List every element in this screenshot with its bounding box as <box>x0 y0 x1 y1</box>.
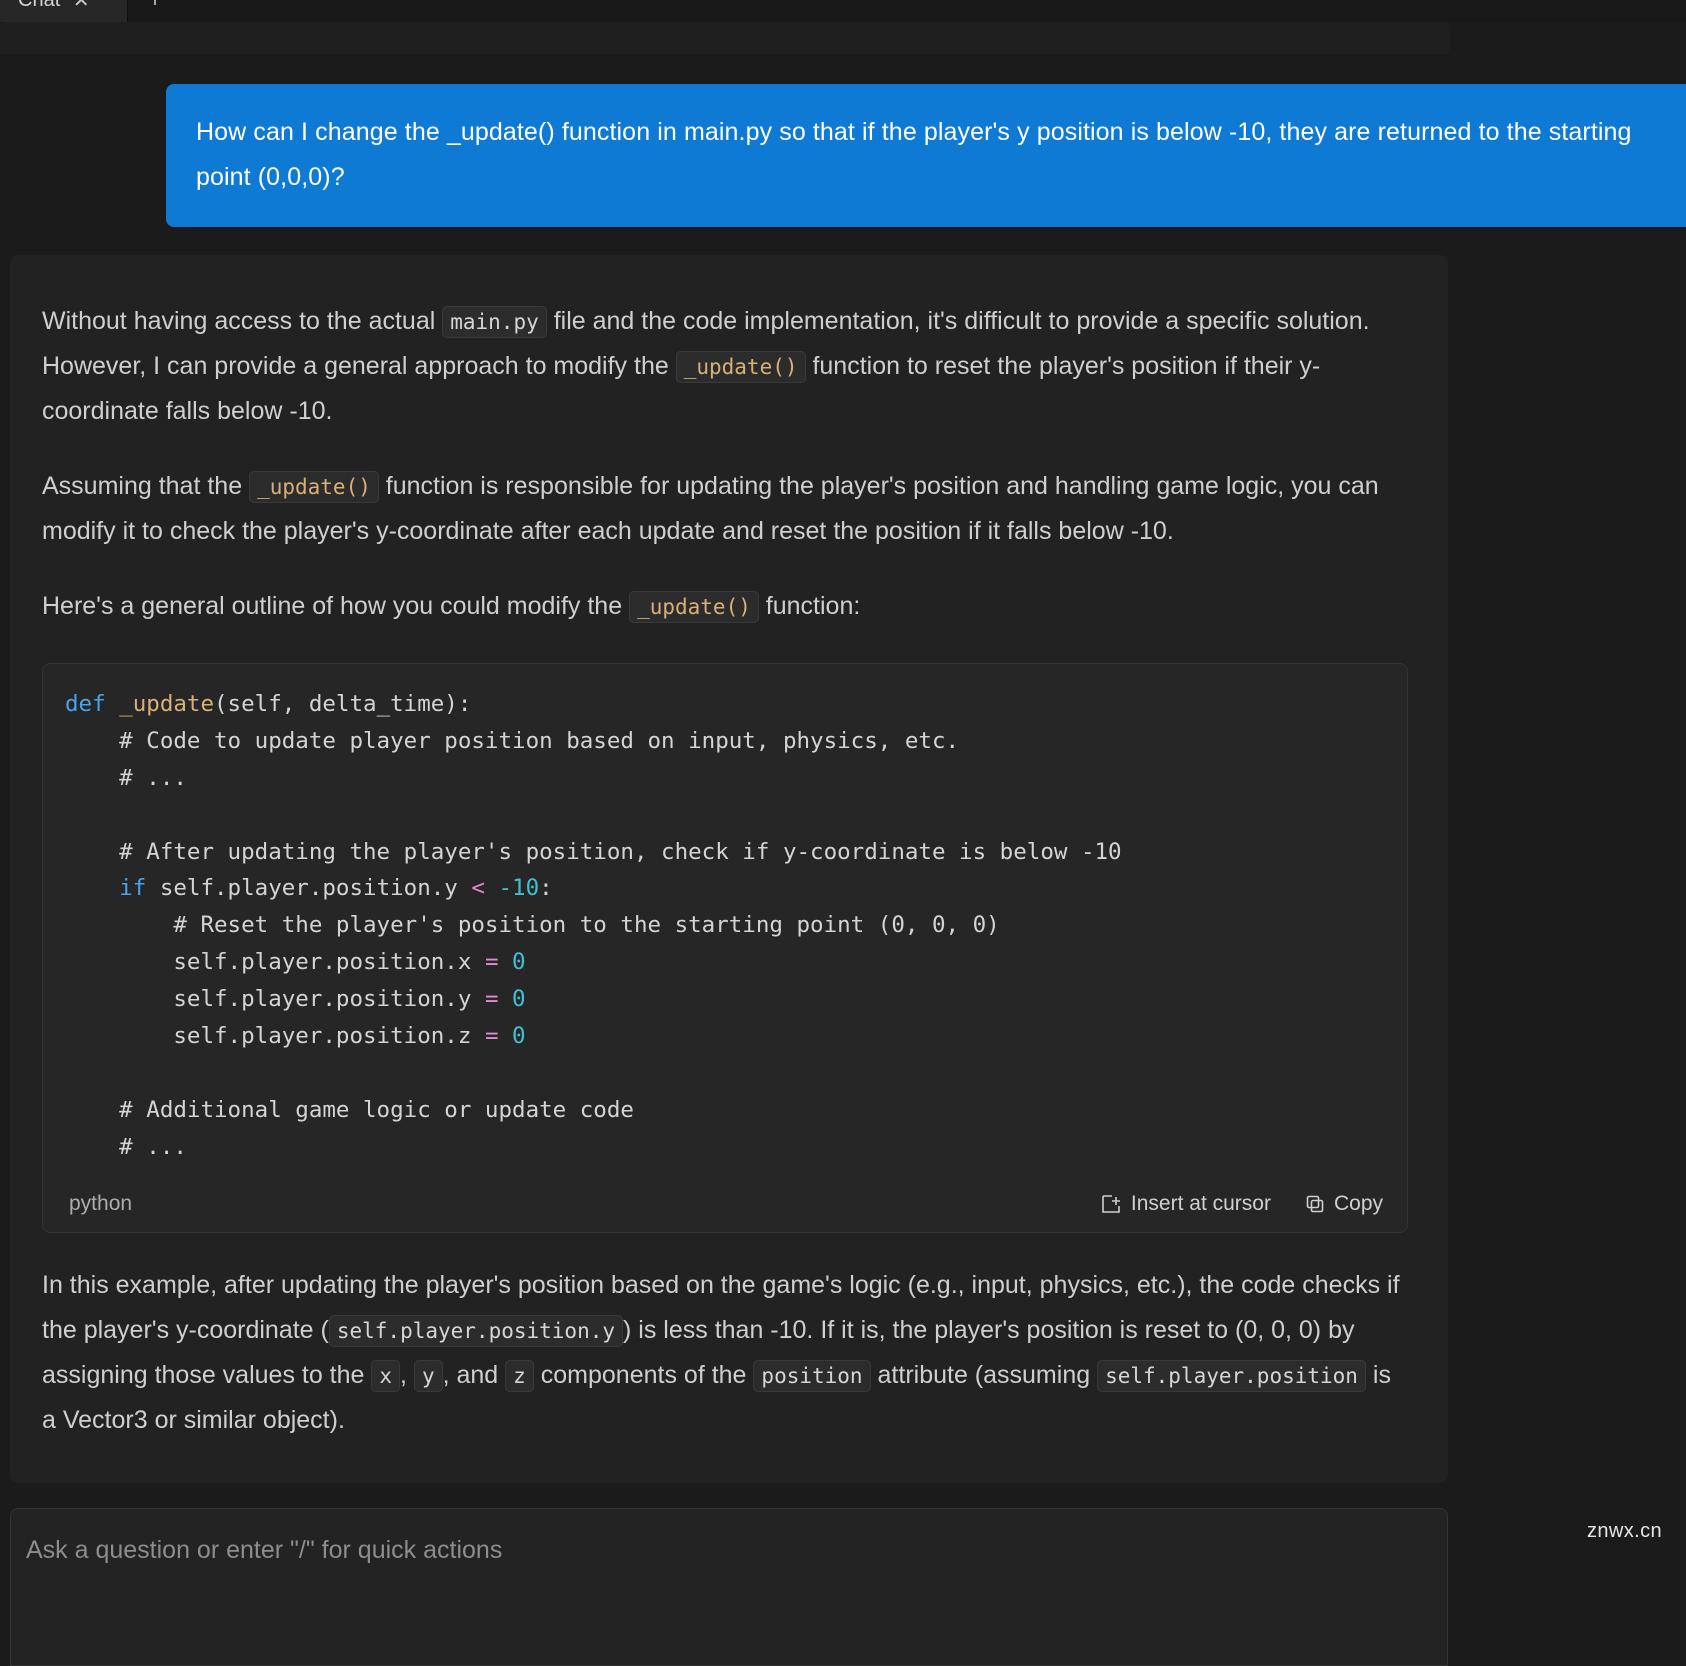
text-fragment: Here's a general outline of how you coul… <box>42 592 630 620</box>
code-block-actions: Insert at cursor Copy <box>1100 1192 1383 1216</box>
inline-code-mainpy: main.py <box>442 306 547 338</box>
user-message-row: How can I change the _update() function … <box>0 84 1686 227</box>
insert-at-cursor-label: Insert at cursor <box>1130 1191 1271 1215</box>
insert-at-cursor-icon <box>1100 1193 1122 1215</box>
text-fragment: Assuming that the <box>42 472 250 500</box>
text-fragment: , and <box>442 1360 506 1389</box>
assistant-paragraph-2: Assuming that the _update() function is … <box>42 464 1408 554</box>
conversation-scroll-area[interactable]: How can I change the _update() function … <box>0 22 1686 1490</box>
text-fragment: attribute (assuming <box>870 1360 1098 1389</box>
inline-code-z: z <box>505 1359 534 1392</box>
user-message-bubble: How can I change the _update() function … <box>166 84 1686 227</box>
composer-input[interactable] <box>10 1508 1448 1666</box>
copy-label: Copy <box>1333 1191 1383 1215</box>
code-block: def _update(self, delta_time): # Code to… <box>42 663 1408 1233</box>
assistant-paragraph-3: Here's a general outline of how you coul… <box>42 584 1408 629</box>
copy-button[interactable]: Copy <box>1305 1192 1383 1216</box>
code-block-footer: python Insert at cursor Copy <box>43 1180 1407 1232</box>
inline-code-update: _update() <box>249 471 379 503</box>
inline-code-y: y <box>413 1359 443 1392</box>
inline-code-position-y: self.player.position.y <box>328 1314 624 1347</box>
conversation-top-spacer <box>0 22 1450 54</box>
new-tab-button[interactable]: + <box>128 0 182 22</box>
code-language-label: python <box>69 1191 133 1215</box>
assistant-paragraph-4: In this example, after updating the play… <box>42 1263 1408 1443</box>
text-fragment: function: <box>758 592 861 620</box>
code-block-content[interactable]: def _update(self, delta_time): # Code to… <box>43 664 1407 1180</box>
copy-icon <box>1305 1194 1325 1214</box>
tab-chat-label: Chat <box>18 0 60 12</box>
text-fragment: Without having access to the actual <box>42 307 443 335</box>
composer-placeholder: Ask a question or enter "/" for quick ac… <box>26 1536 503 1564</box>
close-icon[interactable]: ✕ <box>70 0 92 13</box>
composer-region: Ask a question or enter "/" for quick ac… <box>0 1490 1686 1666</box>
watermark: znwx.cn <box>1586 1520 1662 1542</box>
inline-code-update: _update() <box>629 591 759 623</box>
inline-code-position: position <box>753 1359 871 1392</box>
inline-code-player-position: self.player.position <box>1097 1359 1366 1392</box>
assistant-message-card: Without having access to the actual main… <box>10 255 1448 1483</box>
tab-strip: Chat ✕ + <box>0 0 1686 22</box>
assistant-paragraph-1: Without having access to the actual main… <box>42 299 1408 434</box>
text-fragment: components of the <box>533 1360 754 1389</box>
inline-code-update: _update() <box>675 351 806 383</box>
insert-at-cursor-button[interactable]: Insert at cursor <box>1100 1192 1271 1216</box>
text-fragment: , <box>400 1360 414 1389</box>
tab-chat[interactable]: Chat ✕ <box>0 0 128 22</box>
inline-code-x: x <box>371 1359 401 1392</box>
